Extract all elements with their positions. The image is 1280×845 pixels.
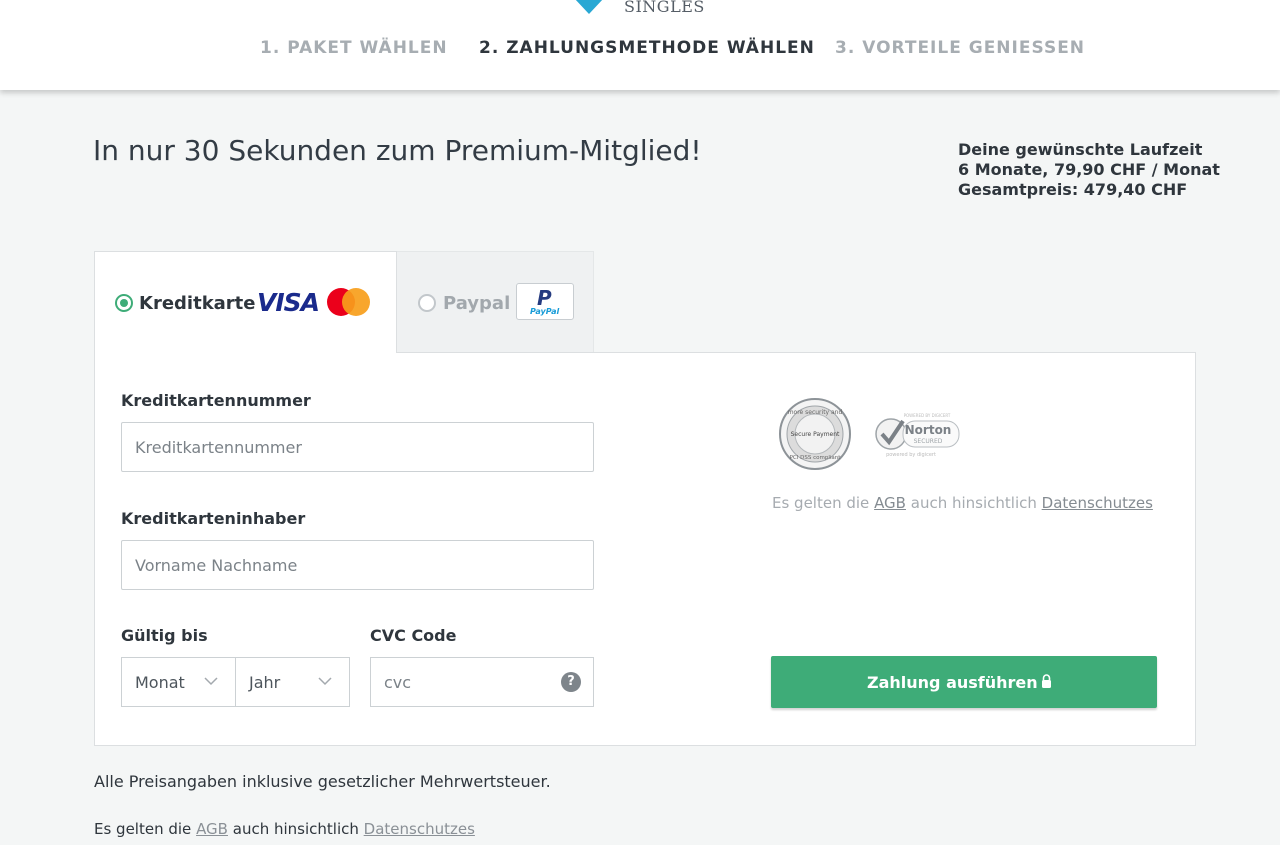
expiry-month-value: Monat (135, 673, 185, 692)
svg-text:powered by digicert: powered by digicert (886, 452, 936, 458)
tab-paypal-label: Paypal (443, 293, 511, 314)
logo-diamond-icon (575, 0, 603, 14)
cvc-placeholder: cvc (384, 673, 412, 692)
page-title: In nur 30 Sekunden zum Premium-Mitglied! (93, 134, 702, 167)
checkout-steps: 1. PAKET WÄHLEN 2. ZAHLUNGSMETHODE WÄHLE… (0, 38, 1280, 62)
agb-link[interactable]: AGB (874, 494, 906, 512)
radio-unselected-icon[interactable] (418, 294, 436, 312)
footer-privacy-link[interactable]: Datenschutzes (364, 820, 475, 838)
summary-duration: 6 Monate, 79,90 CHF / Monat (958, 160, 1220, 179)
submit-payment-button[interactable]: Zahlung ausführen (771, 656, 1157, 708)
svg-text:more security and: more security and (788, 409, 843, 416)
visa-logo-icon: VISA (257, 288, 320, 317)
tab-credit-card-label: Kreditkarte (139, 293, 256, 314)
svg-text:Secure Payment: Secure Payment (791, 431, 840, 438)
cvc-input[interactable]: cvc ? (370, 657, 594, 707)
step-enjoy-benefits: 3. VORTEILE GENIESSEN (835, 38, 1086, 58)
expiry-year-value: Jahr (249, 673, 281, 692)
privacy-link[interactable]: Datenschutzes (1042, 494, 1153, 512)
tab-paypal[interactable]: Paypal P PayPal (396, 251, 594, 353)
step-choose-package[interactable]: 1. PAKET WÄHLEN (260, 38, 448, 58)
tab-credit-card[interactable]: Kreditkarte VISA (94, 251, 397, 353)
footer-agb-link[interactable]: AGB (196, 820, 228, 838)
expiry-label: Gültig bis (121, 626, 208, 645)
svg-text:PCI DSS compliant: PCI DSS compliant (790, 455, 842, 461)
svg-text:SECURED: SECURED (914, 438, 943, 445)
radio-selected-icon[interactable] (115, 294, 133, 312)
cc-number-label: Kreditkartennummer (121, 391, 311, 410)
summary-heading: Deine gewünschte Laufzeit (958, 140, 1203, 159)
paypal-logo-icon: P PayPal (516, 283, 574, 320)
mastercard-logo-icon (327, 288, 371, 316)
logo-text: SINGLES (624, 0, 705, 16)
cc-holder-label: Kreditkarteninhaber (121, 509, 306, 528)
cc-number-input[interactable] (121, 422, 594, 472)
order-summary: Deine gewünschte Laufzeit 6 Monate, 79,9… (958, 139, 1220, 200)
credit-card-form: Kreditkartennummer Kreditkarteninhaber G… (94, 352, 1196, 746)
expiry-year-select[interactable]: Jahr (235, 657, 350, 707)
submit-payment-label: Zahlung ausführen (867, 673, 1038, 692)
lock-icon (1042, 674, 1051, 688)
checkout-header: SINGLES 1. PAKET WÄHLEN 2. ZAHLUNGSMETHO… (0, 0, 1280, 90)
chevron-down-icon (318, 677, 332, 686)
footer-terms-notice: Es gelten die AGB auch hinsichtlich Date… (94, 820, 475, 838)
terms-notice: Es gelten die AGB auch hinsichtlich Date… (772, 494, 1153, 512)
expiry-month-select[interactable]: Monat (121, 657, 236, 707)
svg-text:POWERED BY DIGICERT: POWERED BY DIGICERT (904, 413, 951, 418)
cvc-label: CVC Code (370, 626, 457, 645)
help-icon[interactable]: ? (561, 672, 581, 692)
summary-total: Gesamtpreis: 479,40 CHF (958, 180, 1188, 199)
step-choose-payment: 2. ZAHLUNGSMETHODE WÄHLEN (479, 38, 815, 58)
pci-seal-icon: more security and Secure Payment PCI DSS… (779, 398, 851, 470)
svg-text:Norton: Norton (905, 423, 952, 437)
norton-seal-icon: POWERED BY DIGICERT Norton SECURED power… (875, 413, 960, 458)
vat-note: Alle Preisangaben inklusive gesetzlicher… (94, 772, 551, 791)
cc-holder-input[interactable] (121, 540, 594, 590)
chevron-down-icon (204, 677, 218, 686)
